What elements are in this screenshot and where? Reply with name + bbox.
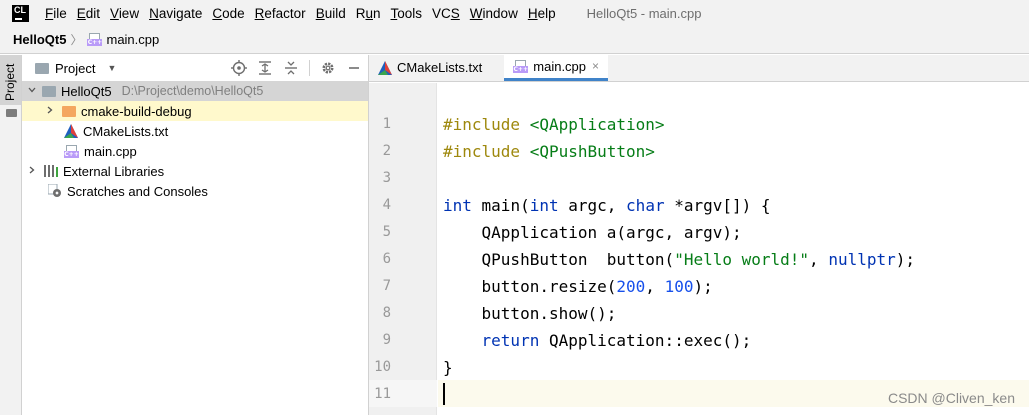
project-folder-icon (35, 62, 49, 74)
toolbar-divider (309, 60, 310, 76)
line-number: 6 (382, 251, 391, 267)
clion-logo-icon: CL (12, 4, 29, 22)
code-line: button.show(); (443, 304, 617, 323)
cpp-file-icon: C++ (87, 33, 103, 46)
tree-item-cmakelists[interactable]: CMakeLists.txt (22, 121, 368, 141)
tree-item-label: CMakeLists.txt (83, 123, 169, 139)
tree-item-main-cpp[interactable]: C++ main.cpp (22, 141, 368, 161)
line-number: 4 (382, 197, 391, 213)
menu-item-tools[interactable]: Tools (391, 6, 423, 21)
breadcrumb-file[interactable]: main.cpp (106, 32, 159, 47)
expand-all-icon[interactable] (257, 60, 273, 76)
project-path: D:\Project\demo\HelloQt5 (121, 84, 264, 98)
tree-item-build-dir[interactable]: cmake-build-debug (22, 101, 368, 121)
menu-item-file[interactable]: File (45, 6, 67, 21)
menu-item-edit[interactable]: Edit (77, 6, 100, 21)
gear-icon[interactable] (320, 60, 336, 76)
code-line: QApplication a(argc, argv); (443, 223, 742, 242)
breadcrumb: HelloQt5 〉 C++ main.cpp (0, 26, 1029, 54)
breadcrumb-separator: 〉 (70, 33, 83, 47)
menu-item-refactor[interactable]: Refactor (255, 6, 306, 21)
menu-items: File Edit View Navigate Code Refactor Build Run… (45, 6, 566, 21)
menu-item-vcs[interactable]: VCS (432, 6, 460, 21)
editor-tab-bar: CMakeLists.txt × C++ main.cpp × (369, 54, 1029, 82)
tree-item-label: Scratches and Consoles (67, 183, 208, 199)
line-number: 3 (382, 170, 391, 186)
minimize-icon[interactable] (346, 60, 362, 76)
chevron-down-icon[interactable] (26, 85, 38, 98)
breadcrumb-project[interactable]: HelloQt5 (13, 32, 66, 47)
cpp-file-icon: C++ (64, 144, 79, 158)
code-area[interactable]: #include <QApplication> #include <QPushB… (438, 83, 1029, 415)
tree-item-label: External Libraries (63, 163, 165, 179)
menu-item-navigate[interactable]: Navigate (149, 6, 202, 21)
scratches-icon (47, 183, 62, 198)
tab-main-cpp[interactable]: C++ main.cpp × (504, 54, 609, 81)
tree-item-project-root[interactable]: HelloQt5 D:\Project\demo\HelloQt5 (22, 81, 368, 101)
tree-item-scratches[interactable]: Scratches and Consoles (22, 181, 368, 201)
target-icon[interactable] (231, 60, 247, 76)
project-panel: Project ▼ HelloQt5 D:\Project\demo\Hello… (22, 55, 369, 415)
code-line: return QApplication::exec(); (443, 331, 752, 350)
menu-item-view[interactable]: View (110, 6, 139, 21)
close-icon[interactable]: × (592, 59, 599, 73)
folder-icon (42, 85, 56, 97)
cmake-icon (64, 124, 78, 138)
line-number: 11 (374, 386, 391, 402)
project-panel-toolbar (221, 60, 362, 76)
menu-item-run[interactable]: Run (356, 6, 381, 21)
menu-item-help[interactable]: Help (528, 6, 556, 21)
menu-bar: CL File Edit View Navigate Code Refactor Build… (0, 0, 1029, 26)
menu-item-code[interactable]: Code (212, 6, 244, 21)
project-tool-tab-label: Project (3, 63, 17, 101)
line-number: 1 (382, 116, 391, 132)
window-title: HelloQt5 - main.cpp (586, 5, 702, 21)
folder-icon[interactable] (6, 109, 17, 117)
project-view-selector[interactable]: Project (55, 61, 95, 76)
cpp-file-icon: C++ (513, 59, 529, 73)
chevron-right-icon[interactable] (26, 165, 38, 178)
tab-cmakelists[interactable]: CMakeLists.txt × (369, 54, 504, 81)
line-number-gutter: 1 2 3 4 5 6 7 8 9 10 11 (369, 83, 437, 415)
chevron-down-icon[interactable]: ▼ (107, 63, 116, 73)
left-tool-strip: Project (0, 55, 22, 415)
tree-item-label: cmake-build-debug (81, 103, 192, 119)
tree-item-label: HelloQt5 (61, 83, 112, 99)
line-number: 9 (382, 332, 391, 348)
code-line: #include <QPushButton> (443, 142, 655, 161)
code-line: button.resize(200, 100); (443, 277, 713, 296)
line-number: 5 (382, 224, 391, 240)
folder-icon (62, 105, 76, 117)
watermark: CSDN @Cliven_ken (887, 390, 1015, 406)
code-line: } (443, 358, 453, 377)
chevron-right-icon[interactable] (44, 105, 56, 118)
cmake-icon (378, 60, 392, 76)
tab-label: CMakeLists.txt (397, 60, 483, 75)
code-line: #include <QApplication> (443, 115, 665, 134)
menu-item-build[interactable]: Build (316, 6, 346, 21)
tree-item-external-libraries[interactable]: External Libraries (22, 161, 368, 181)
menu-item-window[interactable]: Window (470, 6, 518, 21)
tree-item-label: main.cpp (84, 143, 137, 159)
line-number: 8 (382, 305, 391, 321)
text-caret (443, 383, 445, 405)
line-number: 10 (374, 359, 391, 375)
project-tool-tab[interactable]: Project (0, 55, 21, 105)
editor: CMakeLists.txt × C++ main.cpp × 1 2 3 4 … (369, 54, 1029, 415)
code-line: QPushButton button("Hello world!", nullp… (443, 250, 916, 269)
code-line: int main(int argc, char *argv[]) { (443, 196, 771, 215)
collapse-all-icon[interactable] (283, 60, 299, 76)
line-number: 7 (382, 278, 391, 294)
line-number: 2 (382, 143, 391, 159)
library-icon (44, 165, 58, 177)
tab-label: main.cpp (533, 58, 587, 74)
